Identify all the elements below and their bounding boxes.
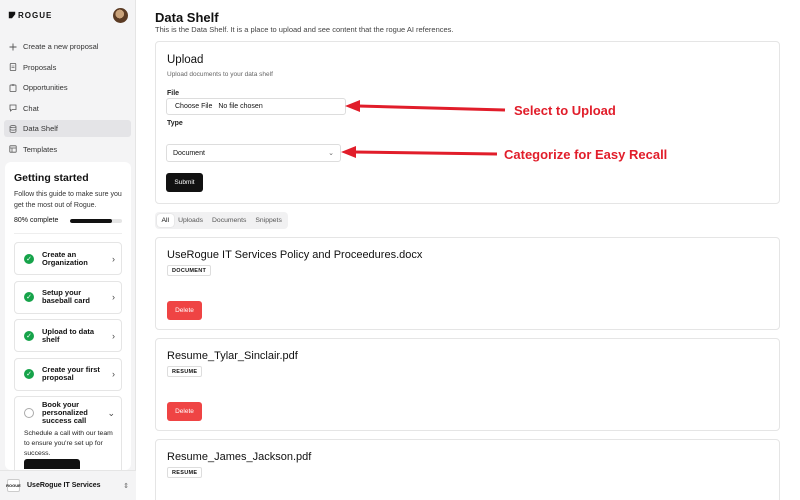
arrow-select-upload bbox=[345, 100, 506, 112]
annotation-select-upload: Select to Upload bbox=[514, 103, 616, 118]
annotation-arrows bbox=[341, 100, 506, 158]
annotation-categorize: Categorize for Easy Recall bbox=[504, 147, 668, 162]
arrow-categorize bbox=[341, 146, 498, 158]
